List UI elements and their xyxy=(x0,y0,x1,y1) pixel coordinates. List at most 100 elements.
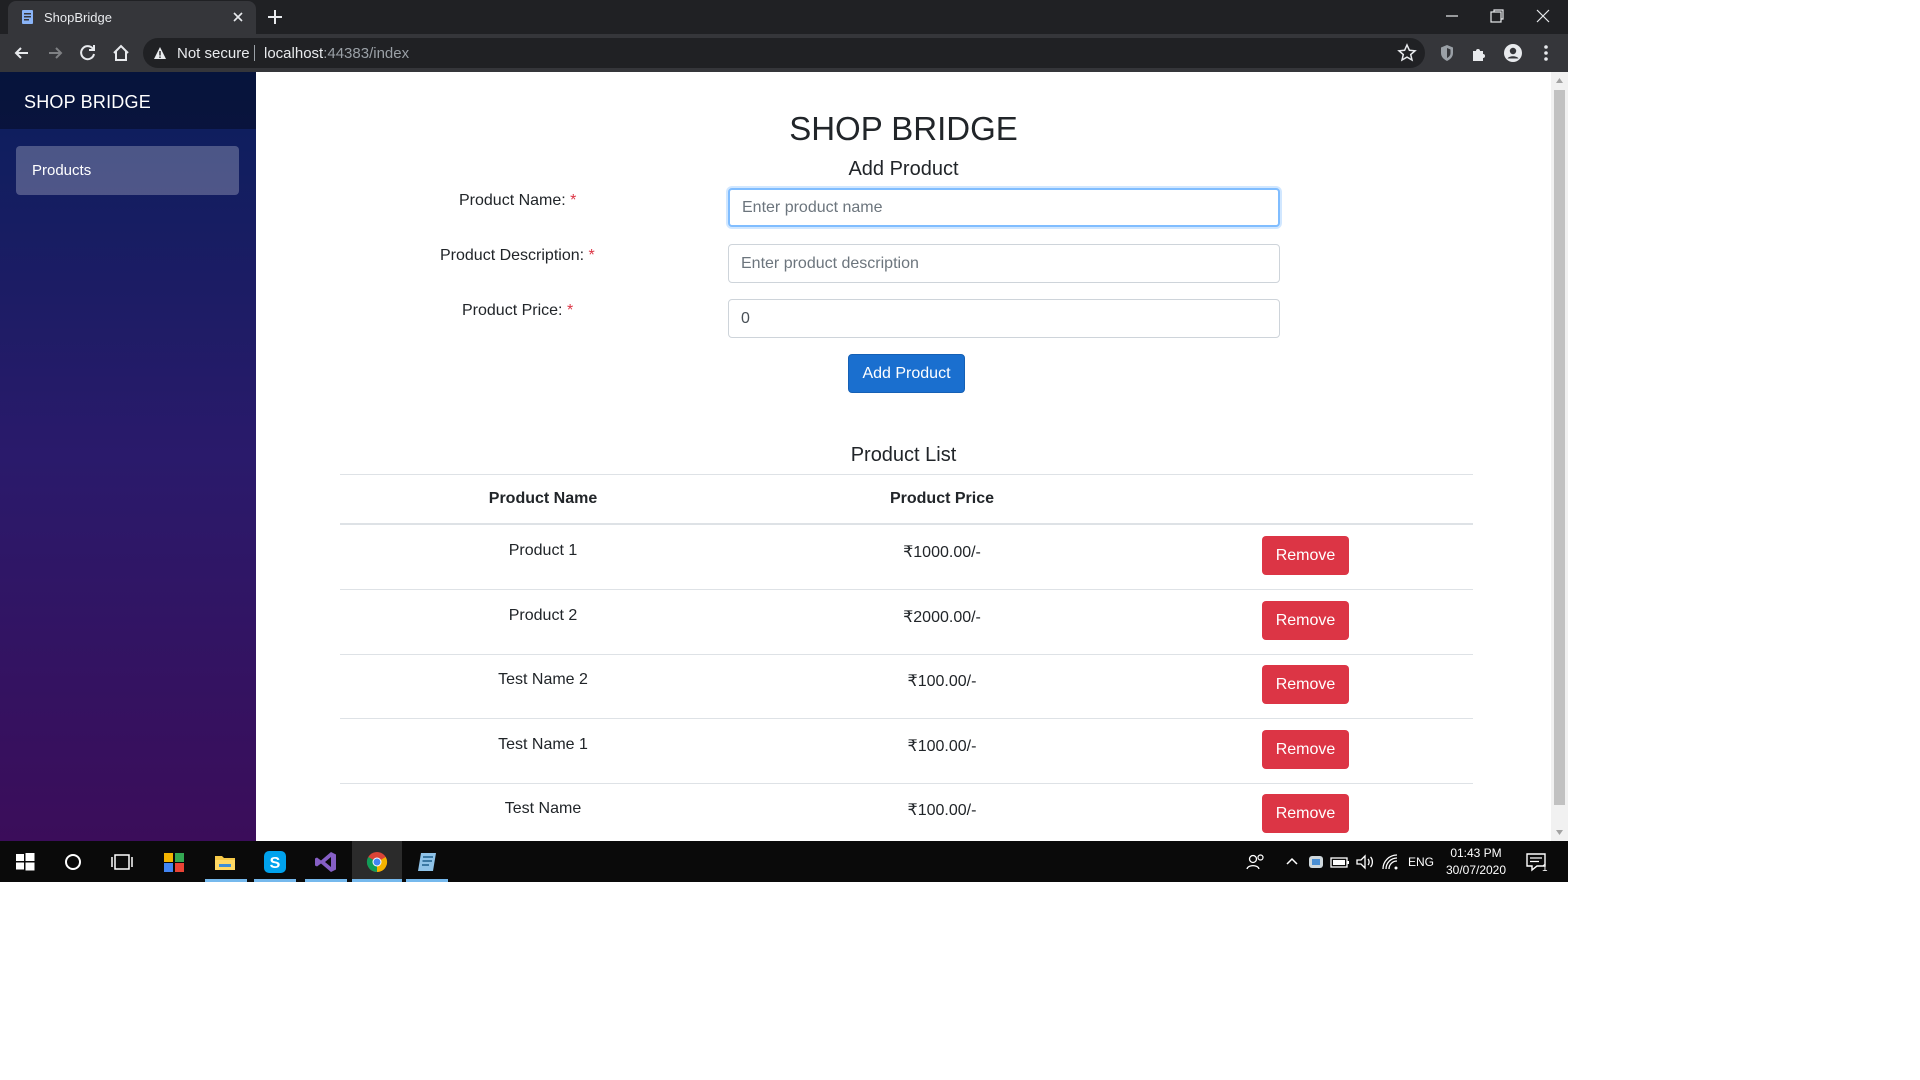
url-path: :44383/index xyxy=(323,45,410,62)
main-content: SHOP BRIDGE Add Product Product Name: * … xyxy=(256,72,1551,841)
extensions-puzzle-icon[interactable] xyxy=(1470,43,1490,63)
windows-taskbar: S ENG 01:43 PM 30/07/2020 1 xyxy=(0,841,1568,882)
search-circle-icon[interactable] xyxy=(61,850,85,874)
back-icon[interactable] xyxy=(12,43,32,63)
taskbar-running-indicator xyxy=(205,879,247,882)
clock-time: 01:43 PM xyxy=(1450,846,1502,860)
tray-app-icon[interactable] xyxy=(1304,850,1328,874)
product-name-input[interactable] xyxy=(728,188,1280,227)
browser-tab[interactable]: ShopBridge xyxy=(8,1,256,34)
taskbar-running-indicator xyxy=(406,879,448,882)
column-header-price: Product Price xyxy=(889,490,995,507)
required-marker: * xyxy=(566,302,574,319)
remove-button[interactable]: Remove xyxy=(1262,730,1349,769)
product-description-label: Product Description: * xyxy=(440,247,595,265)
forward-icon[interactable] xyxy=(45,43,65,63)
table-row: Test Name ₹100.00/- Remove xyxy=(340,783,1473,841)
app-toolbox-icon[interactable] xyxy=(162,850,186,874)
column-header-name: Product Name xyxy=(488,490,598,507)
reload-icon[interactable] xyxy=(78,43,98,63)
scroll-down-arrow-icon[interactable] xyxy=(1555,828,1564,837)
product-price-cell: ₹100.00/- xyxy=(907,738,977,755)
close-tab-icon[interactable] xyxy=(230,9,246,25)
notification-count-badge: 1 xyxy=(1542,863,1548,874)
table-row: Test Name 2 ₹100.00/- Remove xyxy=(340,654,1473,718)
table-top-border xyxy=(340,474,1473,475)
brand-title[interactable]: SHOP BRIDGE xyxy=(24,92,151,113)
product-description-input[interactable] xyxy=(728,244,1280,283)
notes-app-icon[interactable] xyxy=(415,850,439,874)
sidebar-item-label: Products xyxy=(32,162,92,179)
product-name-label: Product Name: * xyxy=(459,192,576,210)
url-text[interactable]: localhost:44383/index xyxy=(264,45,409,62)
remove-button[interactable]: Remove xyxy=(1262,601,1349,640)
table-row: Product 2 ₹2000.00/- Remove xyxy=(340,590,1473,654)
windows-start-icon[interactable] xyxy=(13,850,37,874)
taskbar-running-indicator xyxy=(305,879,347,882)
wifi-icon[interactable] xyxy=(1378,850,1402,874)
sidebar-brand-bar: SHOP BRIDGE xyxy=(0,72,256,129)
product-name-label-text: Product Name: xyxy=(459,192,566,209)
page-icon xyxy=(22,10,33,24)
product-price-input[interactable] xyxy=(728,299,1280,338)
page-scrollbar[interactable] xyxy=(1551,72,1568,841)
chrome-icon[interactable] xyxy=(365,850,389,874)
product-name-cell: Test Name 1 xyxy=(498,736,588,753)
minimize-icon[interactable] xyxy=(1442,6,1462,26)
tab-title: ShopBridge xyxy=(44,10,112,25)
product-description-label-text: Product Description: xyxy=(440,247,585,264)
bookmark-star-icon[interactable] xyxy=(1397,43,1417,63)
battery-icon[interactable] xyxy=(1328,850,1352,874)
shield-extension-icon[interactable] xyxy=(1437,43,1457,63)
show-hidden-icons-chevron-icon[interactable] xyxy=(1280,850,1304,874)
task-view-icon[interactable] xyxy=(110,850,134,874)
visual-studio-icon[interactable] xyxy=(314,850,338,874)
product-price-label: Product Price: * xyxy=(462,302,573,320)
new-tab-icon[interactable] xyxy=(266,8,284,26)
scrollbar-thumb[interactable] xyxy=(1554,90,1565,805)
browser-menu-icon[interactable] xyxy=(1536,43,1556,63)
add-product-button[interactable]: Add Product xyxy=(848,354,965,393)
input-language[interactable]: ENG xyxy=(1408,855,1434,869)
browser-toolbar: Not secure localhost:44383/index xyxy=(0,34,1568,72)
profile-avatar-icon[interactable] xyxy=(1503,43,1523,63)
product-price-label-text: Product Price: xyxy=(462,302,563,319)
skype-icon[interactable]: S xyxy=(263,850,287,874)
file-explorer-icon[interactable] xyxy=(213,850,237,874)
volume-icon[interactable] xyxy=(1353,850,1377,874)
security-status[interactable]: Not secure xyxy=(177,45,250,62)
sidebar-item-products[interactable]: Products xyxy=(16,146,239,195)
product-price-cell: ₹100.00/- xyxy=(907,802,977,819)
scroll-up-arrow-icon[interactable] xyxy=(1555,76,1564,85)
restore-icon[interactable] xyxy=(1487,6,1507,26)
address-bar[interactable]: Not secure localhost:44383/index xyxy=(143,38,1425,68)
svg-text:S: S xyxy=(270,855,281,872)
remove-button[interactable]: Remove xyxy=(1262,665,1349,704)
system-clock[interactable]: 01:43 PM 30/07/2020 xyxy=(1436,845,1516,879)
close-window-icon[interactable] xyxy=(1533,6,1553,26)
product-name-cell: Test Name xyxy=(504,800,582,817)
product-price-cell: ₹1000.00/- xyxy=(903,544,981,561)
remove-button[interactable]: Remove xyxy=(1262,794,1349,833)
product-name-cell: Product 2 xyxy=(508,607,578,624)
remove-button[interactable]: Remove xyxy=(1262,536,1349,575)
taskbar-running-indicator xyxy=(352,879,402,882)
warning-icon[interactable] xyxy=(153,46,167,60)
form-title: Add Product xyxy=(848,158,959,180)
product-price-cell: ₹100.00/- xyxy=(907,673,977,690)
browser-tab-strip: ShopBridge xyxy=(0,0,1568,34)
table-row: Product 1 ₹1000.00/- Remove xyxy=(340,525,1473,589)
page-title: SHOP BRIDGE xyxy=(789,110,1018,147)
people-icon[interactable] xyxy=(1244,850,1268,874)
required-marker: * xyxy=(570,192,577,209)
home-icon[interactable] xyxy=(111,43,131,63)
product-name-cell: Product 1 xyxy=(508,542,578,559)
sidebar: SHOP BRIDGE Products xyxy=(0,72,256,841)
product-name-cell: Test Name 2 xyxy=(498,671,588,688)
taskbar-running-indicator xyxy=(254,879,296,882)
required-marker: * xyxy=(588,247,595,264)
clock-date: 30/07/2020 xyxy=(1445,863,1507,877)
address-divider xyxy=(254,45,255,61)
table-row: Test Name 1 ₹100.00/- Remove xyxy=(340,719,1473,783)
product-price-cell: ₹2000.00/- xyxy=(903,609,981,626)
